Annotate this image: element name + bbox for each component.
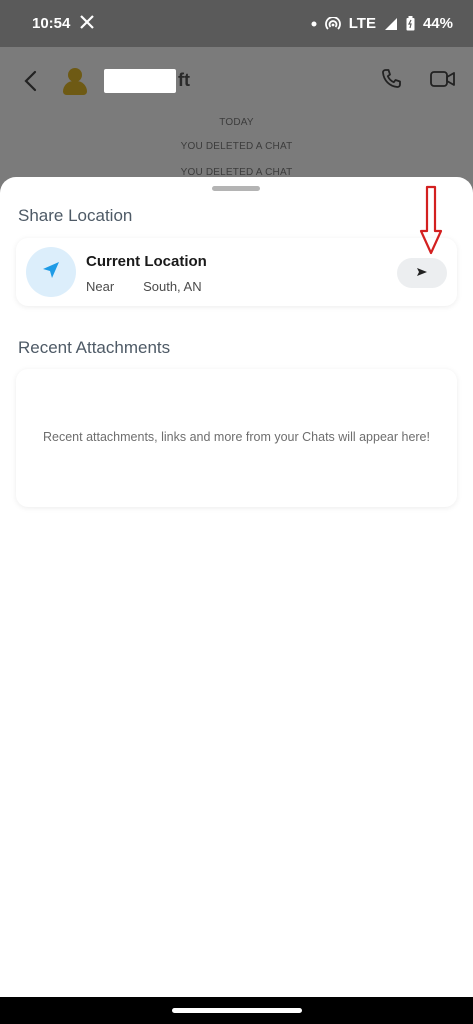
redaction-block bbox=[104, 69, 176, 93]
current-location-subtitle: Near South, AN bbox=[86, 279, 202, 294]
status-left: 10:54 bbox=[32, 14, 95, 33]
recent-attachments-title: Recent Attachments bbox=[18, 338, 171, 357]
dot-icon bbox=[311, 21, 317, 27]
status-time: 10:54 bbox=[32, 15, 71, 32]
send-icon bbox=[416, 264, 428, 282]
battery-percent: 44% bbox=[422, 15, 453, 32]
battery-icon bbox=[406, 16, 415, 31]
sheet-drag-handle[interactable] bbox=[212, 186, 260, 191]
contact-name-text: ft bbox=[178, 69, 190, 90]
navigation-bar bbox=[0, 997, 473, 1024]
current-location-card[interactable]: Current Location Near South, AN bbox=[16, 238, 457, 306]
chat-date-label: TODAY bbox=[219, 117, 254, 128]
recent-attachments-card: Recent attachments, links and more from … bbox=[16, 369, 457, 507]
current-location-title: Current Location bbox=[86, 253, 207, 270]
share-location-title: Share Location bbox=[18, 206, 133, 225]
video-call-icon[interactable] bbox=[429, 68, 457, 95]
avatar[interactable] bbox=[60, 66, 90, 96]
status-bar: 10:54 LTE 44% bbox=[0, 0, 473, 47]
recent-attachments-empty-text: Recent attachments, links and more from … bbox=[43, 430, 430, 444]
x-app-icon bbox=[80, 14, 95, 33]
header-actions bbox=[379, 67, 457, 96]
attachment-sheet: Share Location Current Location Near Sou… bbox=[0, 177, 473, 997]
contact-name[interactable]: ft bbox=[104, 69, 190, 93]
phone-call-icon[interactable] bbox=[379, 67, 403, 96]
network-label: LTE bbox=[348, 15, 376, 32]
status-right: LTE 44% bbox=[311, 15, 453, 32]
signal-icon bbox=[384, 17, 398, 31]
hotspot-icon bbox=[324, 16, 341, 31]
location-icon-circle bbox=[26, 247, 76, 297]
chat-system-message: YOU DELETED A CHAT bbox=[180, 141, 293, 152]
navigation-arrow-icon bbox=[41, 260, 61, 285]
annotation-arrow-icon bbox=[419, 185, 443, 255]
chat-header: ft bbox=[0, 47, 473, 115]
home-gesture-bar[interactable] bbox=[172, 1008, 302, 1013]
back-arrow-icon[interactable] bbox=[16, 67, 44, 95]
send-location-button[interactable] bbox=[397, 258, 447, 288]
